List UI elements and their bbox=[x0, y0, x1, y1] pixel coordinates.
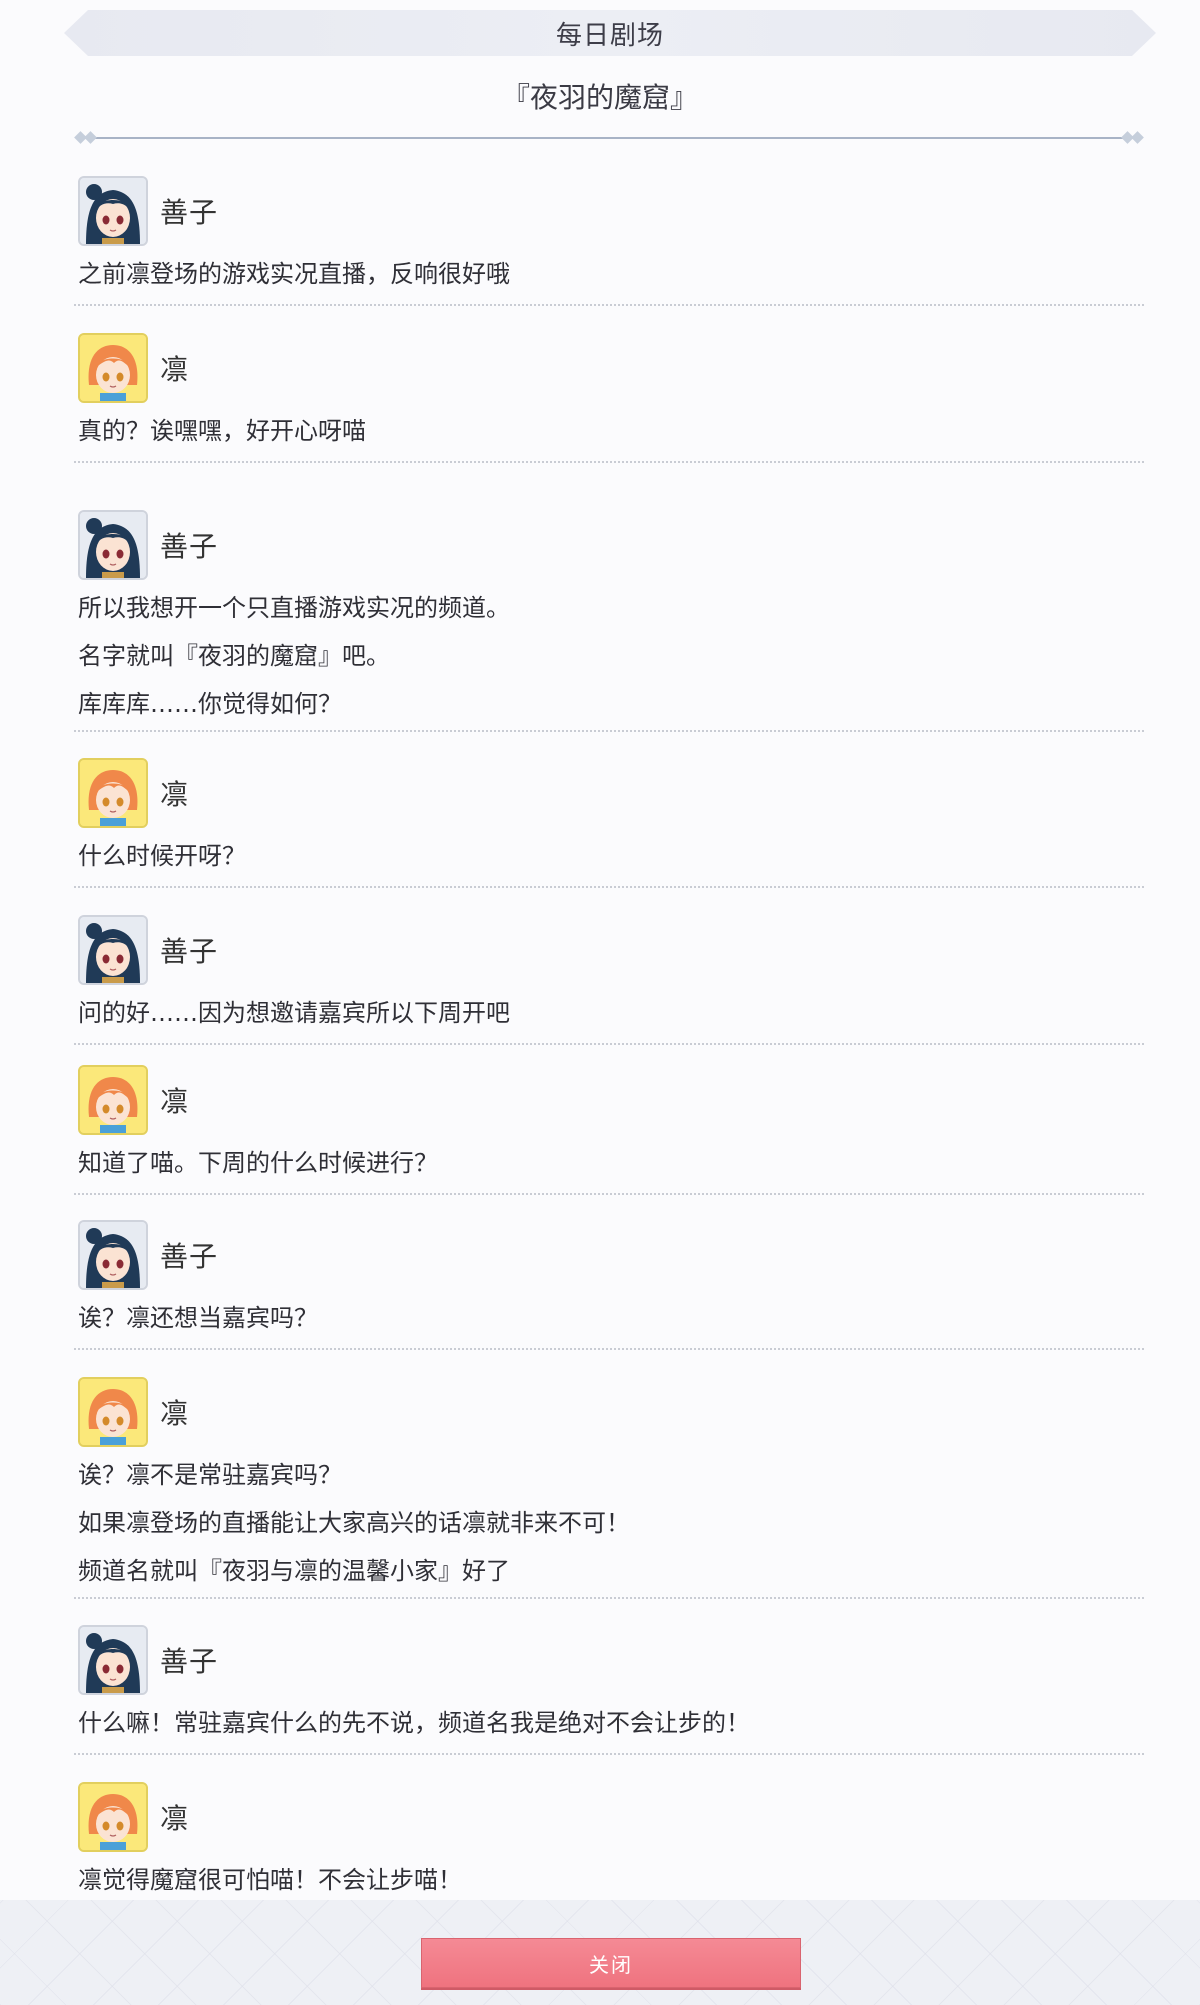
dialog-line: 之前凛登场的游戏实况直播，反响很好哦 bbox=[78, 260, 510, 288]
dialog-entry: 凛什么时候开呀？ bbox=[74, 756, 1144, 888]
dialog-lines: 什么时候开呀？ bbox=[78, 834, 1144, 878]
speaker-name: 善子 bbox=[160, 530, 219, 563]
dialog-line: 诶？凛还想当嘉宾吗？ bbox=[78, 1304, 318, 1332]
dialog-line: 凛觉得魔窟很可怕喵！不会让步喵！ bbox=[78, 1866, 462, 1894]
rin-avatar-icon bbox=[78, 1782, 148, 1852]
header-banner: 每日剧场 bbox=[64, 10, 1156, 56]
dialog-line: 问的好……因为想邀请嘉宾所以下周开吧 bbox=[78, 999, 510, 1027]
dialog-line: 如果凛登场的直播能让大家高兴的话凛就非来不可！ bbox=[78, 1509, 630, 1537]
dialog-entry: 善子诶？凛还想当嘉宾吗？ bbox=[74, 1218, 1144, 1350]
entry-separator bbox=[74, 1348, 1144, 1350]
dialog-entry: 善子所以我想开一个只直播游戏实况的频道。 名字就叫『夜羽的魔窟』吧。 库库库……你觉… bbox=[74, 508, 1144, 732]
divider-diamond-right bbox=[1131, 131, 1144, 144]
speaker-row: 凛 bbox=[78, 756, 1144, 830]
dialog-line: 名字就叫『夜羽的魔窟』吧。 bbox=[78, 642, 390, 670]
speaker-name: 善子 bbox=[160, 935, 219, 968]
dialog-lines: 什么嘛！常驻嘉宾什么的先不说，频道名我是绝对不会让步的！ bbox=[78, 1701, 1144, 1745]
dialog-lines: 问的好……因为想邀请嘉宾所以下周开吧 bbox=[78, 991, 1144, 1035]
speaker-row: 凛 bbox=[78, 1063, 1144, 1137]
entry-separator bbox=[74, 1043, 1144, 1045]
speaker-name: 凛 bbox=[160, 353, 190, 386]
dialog-entry: 善子之前凛登场的游戏实况直播，反响很好哦 bbox=[74, 174, 1144, 306]
dialog-entry: 善子问的好……因为想邀请嘉宾所以下周开吧 bbox=[74, 913, 1144, 1045]
dialog-line: 频道名就叫『夜羽与凛的温馨小家』好了 bbox=[78, 1557, 510, 1585]
speaker-name: 善子 bbox=[160, 196, 219, 229]
speaker-row: 凛 bbox=[78, 1780, 1144, 1854]
entry-separator bbox=[74, 1193, 1144, 1195]
dialog-lines: 所以我想开一个只直播游戏实况的频道。 名字就叫『夜羽的魔窟』吧。 库库库……你觉得如… bbox=[78, 586, 1144, 726]
dialog-line: 真的？诶嘿嘿，好开心呀喵 bbox=[78, 417, 366, 445]
speaker-row: 凛 bbox=[78, 331, 1144, 405]
rin-avatar-icon bbox=[78, 333, 148, 403]
dialog-line: 什么时候开呀？ bbox=[78, 842, 246, 870]
speaker-row: 善子 bbox=[78, 508, 1144, 582]
dialog-lines: 诶？凛不是常驻嘉宾吗？ 如果凛登场的直播能让大家高兴的话凛就非来不可！ 频道名就叫『… bbox=[78, 1453, 1144, 1593]
dialog-line: 知道了喵。下周的什么时候进行？ bbox=[78, 1149, 438, 1177]
speaker-row: 善子 bbox=[78, 1623, 1144, 1697]
title-divider bbox=[74, 131, 1144, 144]
divider-diamond-left-inner bbox=[84, 131, 97, 144]
dialog-line: 库库库……你觉得如何？ bbox=[78, 690, 342, 718]
dialog-lines: 诶？凛还想当嘉宾吗？ bbox=[78, 1296, 1144, 1340]
dialog-line: 什么嘛！常驻嘉宾什么的先不说，频道名我是绝对不会让步的！ bbox=[78, 1709, 750, 1737]
dialog-entry: 凛真的？诶嘿嘿，好开心呀喵 bbox=[74, 331, 1144, 463]
speaker-name: 凛 bbox=[160, 1802, 190, 1835]
dialog-lines: 凛觉得魔窟很可怕喵！不会让步喵！ bbox=[78, 1858, 1144, 1902]
entry-separator bbox=[74, 1597, 1144, 1599]
dialog-line: 诶？凛不是常驻嘉宾吗？ bbox=[78, 1461, 342, 1489]
yoshiko-avatar-icon bbox=[78, 176, 148, 246]
entry-separator bbox=[74, 730, 1144, 732]
yoshiko-avatar-icon bbox=[78, 915, 148, 985]
speaker-row: 凛 bbox=[78, 1375, 1144, 1449]
header-title: 每日剧场 bbox=[555, 20, 664, 51]
story-title: 『夜羽的魔窟』 bbox=[501, 81, 698, 114]
dialog-entry: 凛知道了喵。下周的什么时候进行？ bbox=[74, 1063, 1144, 1195]
dialog-line: 所以我想开一个只直播游戏实况的频道。 bbox=[78, 594, 510, 622]
speaker-row: 善子 bbox=[78, 174, 1144, 248]
entry-separator bbox=[74, 886, 1144, 888]
speaker-name: 善子 bbox=[160, 1240, 219, 1273]
entry-separator bbox=[74, 304, 1144, 306]
divider-line bbox=[94, 137, 1124, 139]
dialog-entry: 凛诶？凛不是常驻嘉宾吗？ 如果凛登场的直播能让大家高兴的话凛就非来不可！ 频道名就叫… bbox=[74, 1375, 1144, 1599]
rin-avatar-icon bbox=[78, 1377, 148, 1447]
entry-separator bbox=[74, 461, 1144, 463]
yoshiko-avatar-icon bbox=[78, 1625, 148, 1695]
dialog-lines: 之前凛登场的游戏实况直播，反响很好哦 bbox=[78, 252, 1144, 296]
yoshiko-avatar-icon bbox=[78, 510, 148, 580]
dialog-entry: 凛凛觉得魔窟很可怕喵！不会让步喵！ bbox=[74, 1780, 1144, 1912]
speaker-row: 善子 bbox=[78, 1218, 1144, 1292]
speaker-name: 凛 bbox=[160, 1397, 190, 1430]
dialog-lines: 知道了喵。下周的什么时候进行？ bbox=[78, 1141, 1144, 1185]
rin-avatar-icon bbox=[78, 1065, 148, 1135]
dialog-entry: 善子什么嘛！常驻嘉宾什么的先不说，频道名我是绝对不会让步的！ bbox=[74, 1623, 1144, 1755]
speaker-row: 善子 bbox=[78, 913, 1144, 987]
dialog-lines: 真的？诶嘿嘿，好开心呀喵 bbox=[78, 409, 1144, 453]
rin-avatar-icon bbox=[78, 758, 148, 828]
close-button[interactable]: 关闭 bbox=[421, 1938, 801, 1988]
entry-separator bbox=[74, 1753, 1144, 1755]
yoshiko-avatar-icon bbox=[78, 1220, 148, 1290]
speaker-name: 善子 bbox=[160, 1645, 219, 1678]
speaker-name: 凛 bbox=[160, 1085, 190, 1118]
speaker-name: 凛 bbox=[160, 778, 190, 811]
